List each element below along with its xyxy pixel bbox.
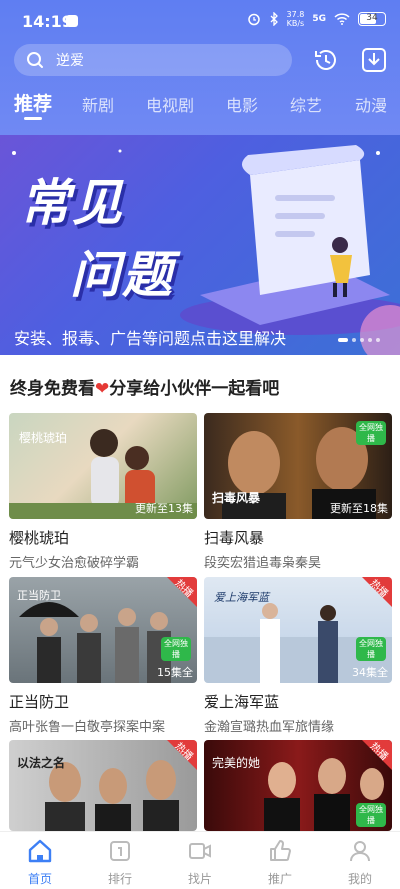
nav-promote[interactable]: 推广 — [250, 838, 310, 887]
video-poster: 正当防卫 热播 全网独播 15集全 — [9, 577, 197, 683]
video-card[interactable]: 正当防卫 热播 全网独播 15集全 正当防卫 高叶张鲁一白敬亭探案中案 — [9, 577, 197, 735]
episode-count: 15集全 — [157, 666, 193, 679]
bottom-nav: 首页 排行 找片 推广 我的 — [0, 831, 400, 889]
video-desc: 金瀚宣璐热血军旅情缘 — [204, 720, 335, 735]
alarm-icon — [247, 13, 260, 26]
video-poster: 完美的她 热播 全网独播 — [204, 740, 392, 831]
episode-count: 34集全 — [352, 666, 388, 679]
video-title: 爱上海军蓝 — [204, 693, 280, 711]
wifi-icon — [334, 13, 350, 25]
battery-icon: 34 — [358, 12, 386, 26]
thumb-up-icon — [270, 840, 291, 861]
signal-label: 5G — [312, 14, 326, 24]
tab-recommend[interactable]: 推荐 — [14, 89, 52, 116]
tab-tv[interactable]: 电视剧 — [146, 92, 194, 116]
banner-caption: 安装、报毒、广告等问题点击这里解决 — [14, 329, 287, 348]
video-poster: 爱上海军蓝 热播 全网独播 34集全 — [204, 577, 392, 683]
share-text-before: 终身免费看 — [10, 379, 95, 399]
exclusive-badge: 全网独播 — [356, 421, 386, 445]
status-icons: 37.8 KB/s 5G 34 — [247, 10, 386, 28]
nav-label: 推广 — [267, 872, 292, 886]
video-desc: 元气少女治愈破碎学霸 — [9, 556, 140, 571]
video-desc: 段奕宏猎追毒枭秦昊 — [204, 556, 322, 571]
poster-title: 爱上海军蓝 — [214, 591, 269, 604]
tab-anime[interactable]: 动漫 — [355, 92, 387, 116]
video-title: 扫毒风暴 — [204, 529, 265, 547]
exclusive-badge: 全网独播 — [356, 803, 386, 827]
notification-icon — [66, 15, 78, 27]
poster-title: 正当防卫 — [17, 589, 61, 602]
episode-count: 更新至18集 — [330, 502, 388, 515]
video-poster: 以法之名 热播 — [9, 740, 197, 831]
heart-icon: ❤ — [95, 379, 110, 399]
episode-count: 更新至13集 — [135, 502, 193, 515]
tab-variety[interactable]: 综艺 — [290, 92, 322, 116]
rank-icon — [110, 841, 130, 861]
history-icon[interactable] — [312, 46, 340, 74]
video-title: 正当防卫 — [9, 693, 70, 711]
header: 14:19 37.8 KB/s 5G 34 逆爱 推荐 新剧 电视剧 电影 综艺 … — [0, 0, 400, 135]
video-card[interactable]: 爱上海军蓝 热播 全网独播 34集全 爱上海军蓝 金瀚宣璐热血军旅情缘 — [204, 577, 392, 735]
video-desc: 高叶张鲁一白敬亭探案中案 — [9, 720, 166, 735]
active-tab-indicator — [24, 117, 42, 120]
nav-home[interactable]: 首页 — [10, 838, 70, 887]
search-bar[interactable]: 逆爱 — [14, 44, 292, 76]
video-poster: 扫毒风暴 全网独播 更新至18集 — [204, 413, 392, 519]
exclusive-badge: 全网独播 — [356, 637, 386, 661]
banner-title-line2: 问题 — [70, 245, 174, 304]
share-prompt[interactable]: 终身免费看❤分享给小伙伴一起看吧 — [10, 374, 279, 399]
bluetooth-icon — [270, 12, 278, 26]
video-icon — [189, 843, 211, 859]
home-icon — [28, 839, 52, 863]
download-icon[interactable] — [360, 46, 388, 74]
tab-new[interactable]: 新剧 — [82, 92, 114, 116]
tab-movie[interactable]: 电影 — [226, 92, 258, 116]
video-card[interactable]: 扫毒风暴 全网独播 更新至18集 扫毒风暴 段奕宏猎追毒枭秦昊 — [204, 413, 392, 571]
video-card[interactable]: 樱桃琥珀 更新至13集 樱桃琥珀 元气少女治愈破碎学霸 — [9, 413, 197, 571]
banner-title-line1: 常见 — [20, 173, 124, 232]
poster-title: 完美的她 — [212, 756, 261, 770]
user-icon — [350, 841, 370, 862]
video-card[interactable]: 完美的她 热播 全网独播 — [204, 740, 392, 831]
carousel-indicator — [338, 338, 380, 342]
nav-label: 我的 — [347, 872, 372, 886]
video-title: 樱桃琥珀 — [9, 529, 70, 547]
status-bar: 14:19 37.8 KB/s 5G 34 — [0, 0, 400, 40]
poster-title: 以法之名 — [17, 756, 66, 770]
share-text-after: 分享给小伙伴一起看吧 — [109, 379, 280, 399]
search-text: 逆爱 — [56, 53, 84, 69]
nav-me[interactable]: 我的 — [330, 838, 390, 887]
nav-label: 首页 — [27, 872, 52, 886]
network-speed: 37.8 KB/s — [286, 10, 305, 28]
faq-banner[interactable]: 常见 问题 安装、报毒、广告等问题点击这里解决 — [0, 135, 400, 355]
exclusive-badge: 全网独播 — [161, 637, 191, 661]
nav-label: 找片 — [187, 872, 212, 886]
category-tabs: 推荐 新剧 电视剧 电影 综艺 动漫 — [0, 88, 400, 124]
nav-label: 排行 — [107, 872, 132, 886]
nav-find[interactable]: 找片 — [170, 838, 230, 887]
search-icon — [27, 52, 43, 68]
video-poster: 樱桃琥珀 更新至13集 — [9, 413, 197, 519]
nav-rank[interactable]: 排行 — [90, 838, 150, 887]
poster-title: 扫毒风暴 — [212, 491, 261, 505]
video-card[interactable]: 以法之名 热播 — [9, 740, 197, 831]
poster-title: 樱桃琥珀 — [19, 431, 68, 445]
